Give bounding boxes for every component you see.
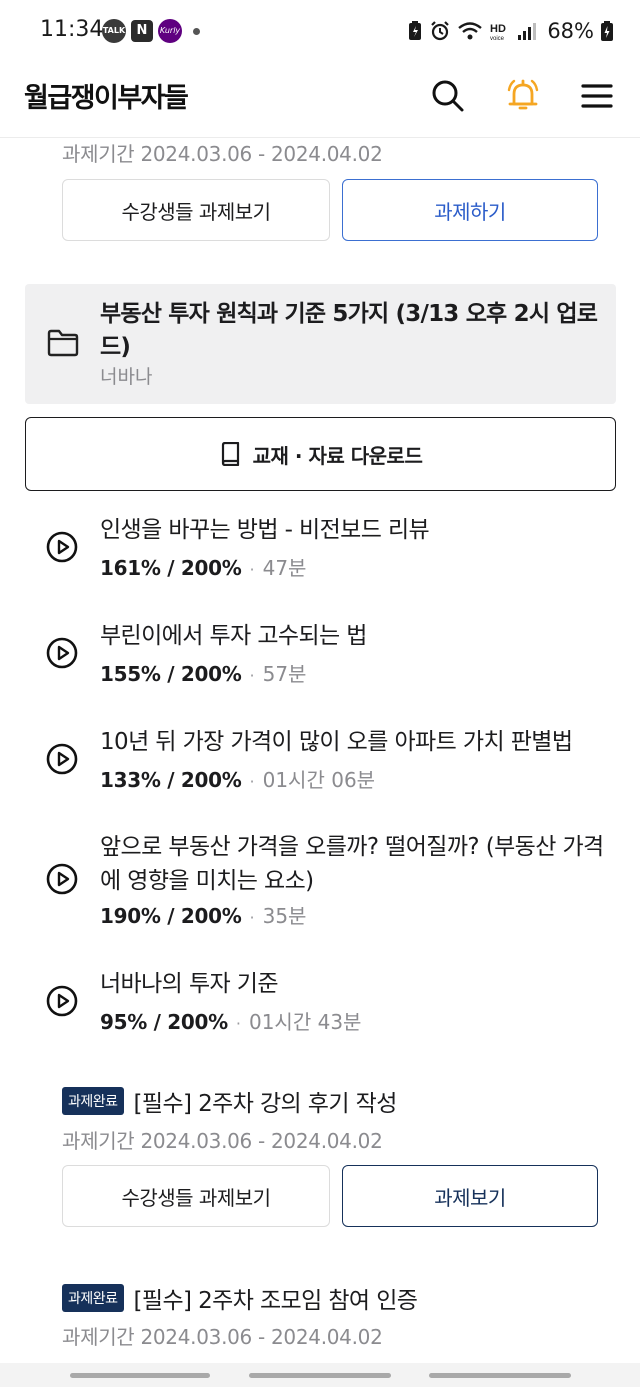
- hamburger-menu-icon: [581, 84, 613, 108]
- wifi-icon: [458, 22, 483, 40]
- task-header: 과제완료 [필수] 2주차 강의 후기 작성: [62, 1084, 397, 1118]
- more-notifications-dot: [193, 28, 200, 35]
- lecture-progress: 161% / 200%: [100, 556, 242, 580]
- lecture-title: 10년 뒤 가장 가격이 많이 오를 아파트 가치 판별법: [100, 729, 573, 755]
- play-icon: [46, 531, 78, 563]
- lecture-item[interactable]: 인생을 바꾸는 방법 - 비전보드 리뷰 161% / 200% · 47분: [0, 510, 640, 600]
- lecture-duration: 01시간 43분: [248, 1010, 362, 1034]
- folder-author: 너바나: [100, 366, 153, 388]
- play-icon: [46, 985, 78, 1017]
- view-student-assignments-button[interactable]: 수강생들 과제보기: [62, 1165, 330, 1227]
- task-button-row: 수강생들 과제보기 과제하기: [62, 179, 598, 241]
- lecture-item[interactable]: 앞으로 부동산 가격을 오를까? 떨어질까? (부동산 가격에 영향을 미치는 …: [0, 828, 640, 948]
- lecture-progress: 190% / 200%: [100, 904, 242, 928]
- view-student-assignments-button[interactable]: 수강생들 과제보기: [62, 179, 330, 241]
- play-icon: [46, 863, 78, 895]
- battery-icon: [601, 21, 613, 41]
- meta-separator: ·: [249, 560, 255, 579]
- lecture-meta: 155% / 200% · 57분: [100, 658, 306, 687]
- svg-text:HD: HD: [490, 23, 506, 35]
- folder-title: 부동산 투자 원칙과 기준 5가지 (3/13 오후 2시 업로드): [100, 301, 598, 360]
- meta-separator: ·: [249, 666, 255, 685]
- lecture-item[interactable]: 부린이에서 투자 고수되는 법 155% / 200% · 57분: [0, 616, 640, 706]
- folder-icon: [47, 329, 79, 357]
- lecture-meta: 190% / 200% · 35분: [100, 900, 306, 929]
- meta-separator: ·: [249, 908, 255, 927]
- kurly-icon: Kurly: [158, 19, 182, 43]
- lecture-item[interactable]: 너바나의 투자 기준 95% / 200% · 01시간 43분: [0, 964, 640, 1054]
- download-materials-button[interactable]: 교재 · 자료 다운로드: [25, 417, 616, 491]
- status-right-group: HD voice 68%: [407, 14, 614, 48]
- status-time: 11:34: [40, 17, 104, 42]
- task-period: 과제기간 2024.03.06 - 2024.04.02: [62, 1325, 383, 1349]
- task-period: 과제기간 2024.03.06 - 2024.04.02: [62, 142, 383, 166]
- notification-button[interactable]: [499, 72, 547, 120]
- task-title: [필수] 2주차 조모임 참여 인증: [133, 1288, 418, 1314]
- system-navigation-bar: [0, 1363, 640, 1387]
- signal-icon: [518, 23, 537, 40]
- status-bar: 11:34 TALK N Kurly HD voice 68%: [0, 0, 640, 62]
- lecture-meta: 95% / 200% · 01시간 43분: [100, 1006, 361, 1035]
- lecture-title: 앞으로 부동산 가격을 오를까? 떨어질까? (부동산 가격에 영향을 미치는 …: [100, 834, 604, 894]
- do-assignment-button[interactable]: 과제하기: [342, 179, 598, 241]
- naver-icon: N: [131, 20, 153, 42]
- lecture-title: 부린이에서 투자 고수되는 법: [100, 623, 367, 649]
- task-button-row: 수강생들 과제보기 과제보기: [62, 1165, 598, 1227]
- meta-separator: ·: [235, 1014, 241, 1033]
- hd-voice-icon: HDvoice: [490, 23, 506, 42]
- task-complete-badge: 과제완료: [62, 1284, 124, 1312]
- download-label: 교재 · 자료 다운로드: [252, 443, 423, 468]
- lecture-duration: 47분: [262, 556, 307, 580]
- lecture-meta: 161% / 200% · 47분: [100, 552, 306, 581]
- kakaotalk-icon: TALK: [102, 19, 126, 43]
- view-assignment-button[interactable]: 과제보기: [342, 1165, 598, 1227]
- lecture-item[interactable]: 10년 뒤 가장 가격이 많이 오를 아파트 가치 판별법 133% / 200…: [0, 722, 640, 812]
- lecture-duration: 35분: [262, 904, 307, 928]
- search-button[interactable]: [424, 72, 472, 120]
- task-title: [필수] 2주차 강의 후기 작성: [133, 1091, 398, 1117]
- alarm-icon: [431, 21, 450, 41]
- nav-recents-handle[interactable]: [70, 1373, 210, 1378]
- app-header: 월급쟁이부자들: [0, 62, 640, 138]
- course-folder-header[interactable]: 부동산 투자 원칙과 기준 5가지 (3/13 오후 2시 업로드) 너바나: [25, 284, 616, 404]
- battery-percent: 68%: [547, 19, 594, 43]
- nav-back-handle[interactable]: [429, 1373, 571, 1378]
- lecture-progress: 95% / 200%: [100, 1010, 228, 1034]
- book-icon: [221, 442, 239, 466]
- task-period: 과제기간 2024.03.06 - 2024.04.02: [62, 1129, 383, 1153]
- lecture-duration: 01시간 06분: [262, 768, 376, 792]
- play-icon: [46, 637, 78, 669]
- task-complete-badge: 과제완료: [62, 1087, 124, 1115]
- search-icon: [432, 80, 464, 112]
- play-icon: [46, 743, 78, 775]
- lecture-progress: 155% / 200%: [100, 662, 242, 686]
- lecture-title: 너바나의 투자 기준: [100, 971, 279, 997]
- lecture-meta: 133% / 200% · 01시간 06분: [100, 764, 375, 793]
- app-title: 월급쟁이부자들: [24, 83, 189, 114]
- lecture-progress: 133% / 200%: [100, 768, 242, 792]
- nav-home-handle[interactable]: [249, 1373, 391, 1378]
- meta-separator: ·: [249, 772, 255, 791]
- lecture-title: 인생을 바꾸는 방법 - 비전보드 리뷰: [100, 517, 430, 543]
- task-header: 과제완료 [필수] 2주차 조모임 참여 인증: [62, 1281, 418, 1315]
- menu-button[interactable]: [573, 72, 621, 120]
- battery-saver-icon: [409, 21, 422, 40]
- lecture-duration: 57분: [262, 662, 307, 686]
- bell-icon: [507, 79, 539, 110]
- svg-text:voice: voice: [490, 36, 505, 42]
